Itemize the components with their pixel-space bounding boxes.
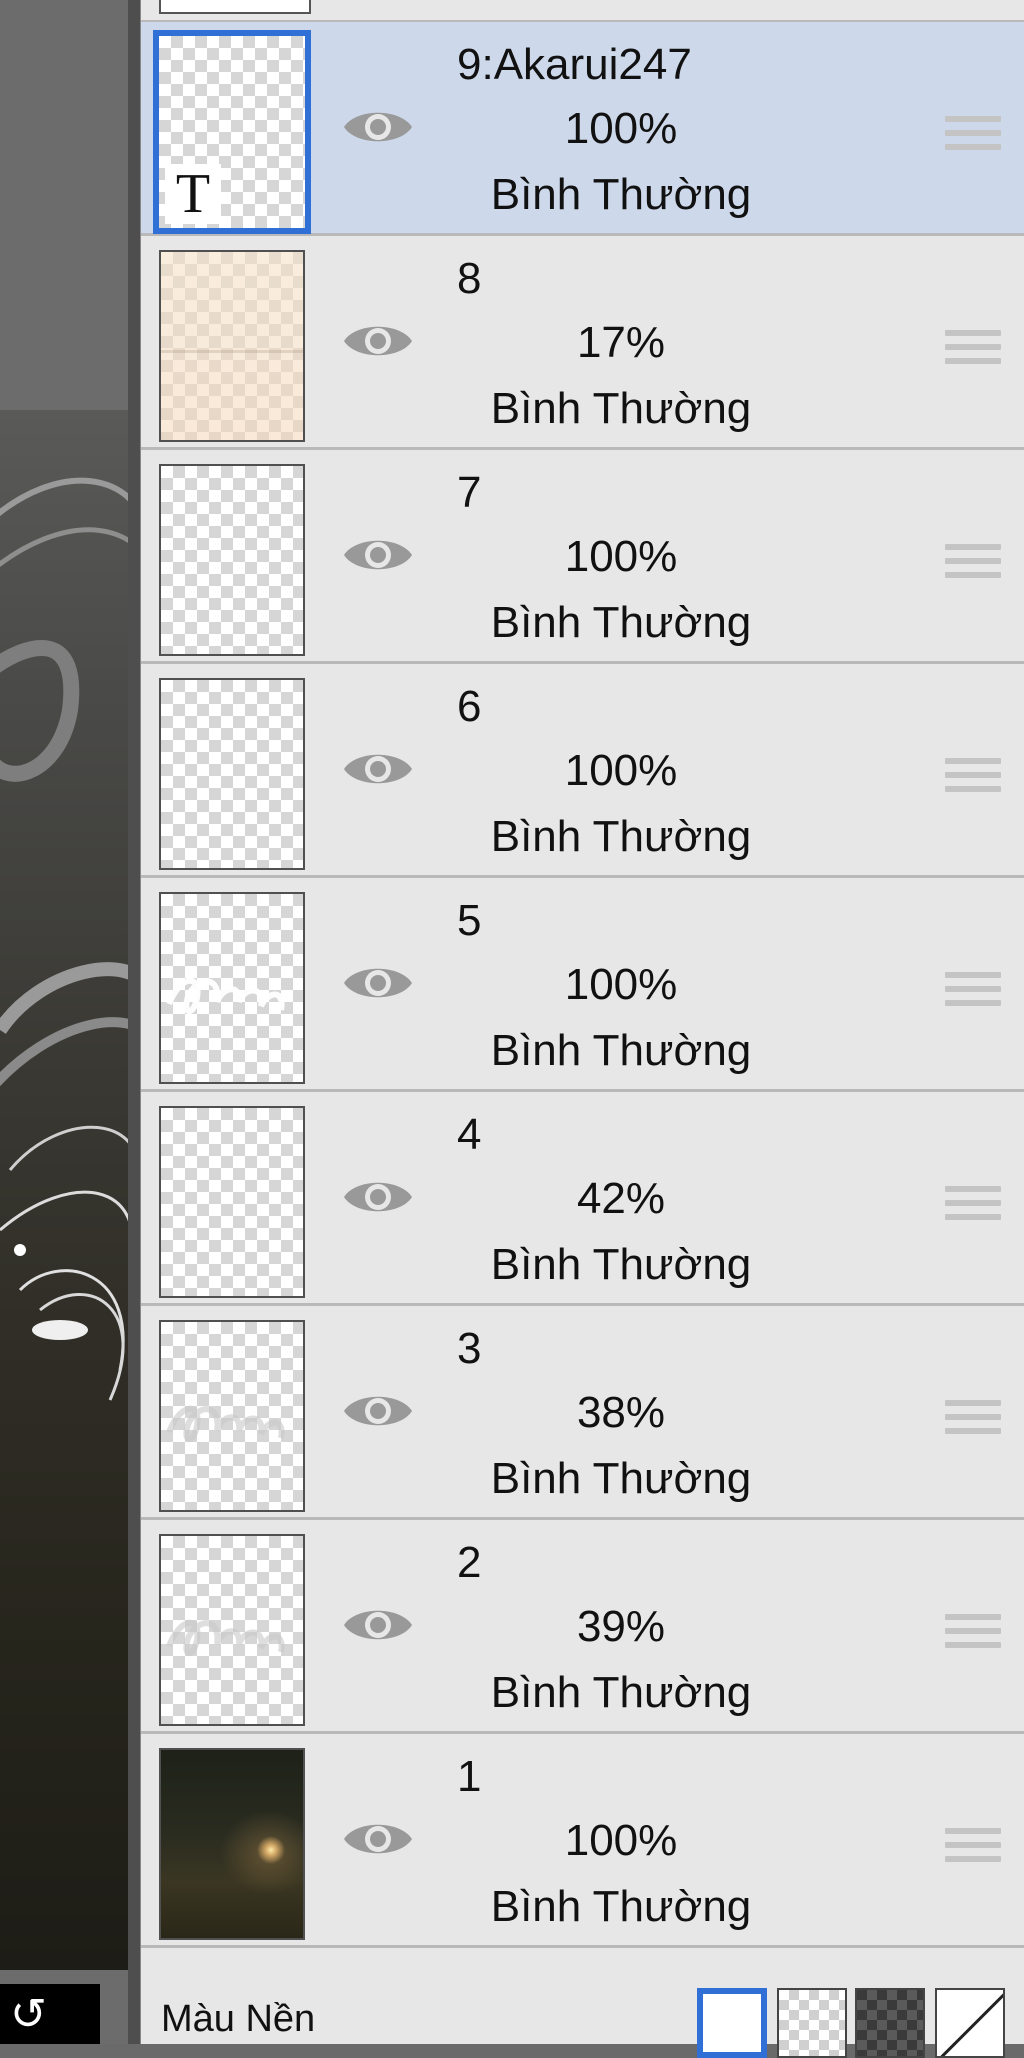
layer-opacity: 100% — [564, 1816, 678, 1865]
canvas-edge — [128, 0, 140, 2044]
eye-icon[interactable] — [341, 958, 415, 1008]
layer-panel: T 9:Akarui247 100% Bình Thường 8 17% Bình Thườ… — [140, 0, 1024, 2058]
layer-blend-mode: Bình Thường — [490, 812, 752, 861]
layer-row[interactable]: 1 100% Bình Thường — [141, 1734, 1024, 1948]
canvas-artwork-strokes — [0, 477, 140, 1401]
layer-blend-mode: Bình Thường — [490, 1026, 752, 1075]
layer-name: 3 — [457, 1324, 482, 1373]
eye-icon[interactable] — [341, 1814, 415, 1864]
canvas-preview[interactable]: ↺ — [0, 0, 140, 2044]
background-color-row: Màu Nền — [141, 1974, 1024, 2058]
layer-thumbnail[interactable] — [159, 250, 305, 442]
background-none-swatch[interactable] — [935, 1988, 1005, 2058]
layer-thumbnail[interactable] — [159, 464, 305, 656]
thumbnail-content — [166, 1405, 285, 1442]
layer-name: 7 — [457, 468, 482, 517]
drag-handle-icon[interactable] — [945, 544, 1001, 586]
layer-thumbnail[interactable] — [159, 678, 305, 870]
layer-row[interactable]: 7 100% Bình Thường — [141, 450, 1024, 664]
layer-name: 1 — [457, 1752, 482, 1801]
eye-icon[interactable] — [341, 1386, 415, 1436]
background-white-swatch[interactable] — [697, 1988, 767, 2058]
layer-opacity: 100% — [564, 104, 678, 153]
layer-thumbnail[interactable] — [159, 1320, 305, 1512]
text-layer-icon: T — [165, 164, 221, 224]
layer-opacity: 39% — [576, 1602, 666, 1651]
eye-icon[interactable] — [341, 1172, 415, 1222]
eye-icon[interactable] — [341, 530, 415, 580]
background-color-label: Màu Nền — [161, 1998, 316, 2040]
thumbnail-content — [161, 1750, 303, 1938]
layer-thumbnail[interactable] — [159, 1534, 305, 1726]
layer-row[interactable]: 4 42% Bình Thường — [141, 1092, 1024, 1306]
drag-handle-icon[interactable] — [945, 1400, 1001, 1442]
layer-name: 6 — [457, 682, 482, 731]
thumbnail-content — [161, 252, 303, 440]
layer-blend-mode: Bình Thường — [490, 1668, 752, 1717]
drag-handle-icon[interactable] — [945, 116, 1001, 158]
layer-blend-mode: Bình Thường — [490, 598, 752, 647]
layer-row[interactable]: 5 100% Bình Thường — [141, 878, 1024, 1092]
layer-row[interactable]: 6 100% Bình Thường — [141, 664, 1024, 878]
layer-blend-mode: Bình Thường — [490, 1882, 752, 1931]
drag-handle-icon[interactable] — [945, 1186, 1001, 1228]
layer-blend-mode: Bình Thường — [490, 170, 752, 219]
layer-row[interactable]: T 9:Akarui247 100% Bình Thường — [141, 22, 1024, 236]
eye-icon[interactable] — [341, 1600, 415, 1650]
background-dark-checker-swatch[interactable] — [855, 1988, 925, 2058]
layer-thumbnail — [159, 0, 311, 14]
thumbnail-content — [166, 1619, 285, 1656]
undo-button[interactable]: ↺ — [0, 1984, 100, 2044]
layer-name: 9:Akarui247 — [457, 40, 692, 89]
eye-icon[interactable] — [341, 316, 415, 366]
layer-blend-mode: Bình Thường — [490, 1240, 752, 1289]
layer-thumbnail[interactable]: T — [153, 30, 311, 234]
layer-opacity: 100% — [564, 960, 678, 1009]
background-transparent-swatch[interactable] — [777, 1988, 847, 2058]
eye-icon[interactable] — [341, 102, 415, 152]
drag-handle-icon[interactable] — [945, 972, 1001, 1014]
layer-blend-mode: Bình Thường — [490, 1454, 752, 1503]
layer-opacity: 38% — [576, 1388, 666, 1437]
layer-name: 4 — [457, 1110, 482, 1159]
layer-row[interactable]: 8 17% Bình Thường — [141, 236, 1024, 450]
layer-opacity: 100% — [564, 746, 678, 795]
layer-row[interactable]: 2 39% Bình Thường — [141, 1520, 1024, 1734]
canvas-artwork — [0, 410, 140, 1970]
layer-thumbnail[interactable] — [159, 892, 305, 1084]
drag-handle-icon[interactable] — [945, 330, 1001, 372]
layer-opacity: 100% — [564, 532, 678, 581]
layer-opacity: 42% — [576, 1174, 666, 1223]
layer-name: 5 — [457, 896, 482, 945]
undo-icon: ↺ — [10, 1990, 47, 2039]
layer-thumbnail[interactable] — [159, 1106, 305, 1298]
eye-icon[interactable] — [341, 744, 415, 794]
drag-handle-icon[interactable] — [945, 1614, 1001, 1656]
layer-row[interactable]: 3 38% Bình Thường — [141, 1306, 1024, 1520]
layer-name: 8 — [457, 254, 482, 303]
drag-handle-icon[interactable] — [945, 758, 1001, 800]
layer-thumbnail[interactable] — [159, 1748, 305, 1940]
layer-opacity: 17% — [576, 318, 666, 367]
thumbnail-content — [166, 977, 285, 1014]
layer-name: 2 — [457, 1538, 482, 1587]
layer-blend-mode: Bình Thường — [490, 384, 752, 433]
drag-handle-icon[interactable] — [945, 1828, 1001, 1870]
layer-row-partial[interactable] — [141, 0, 1024, 23]
